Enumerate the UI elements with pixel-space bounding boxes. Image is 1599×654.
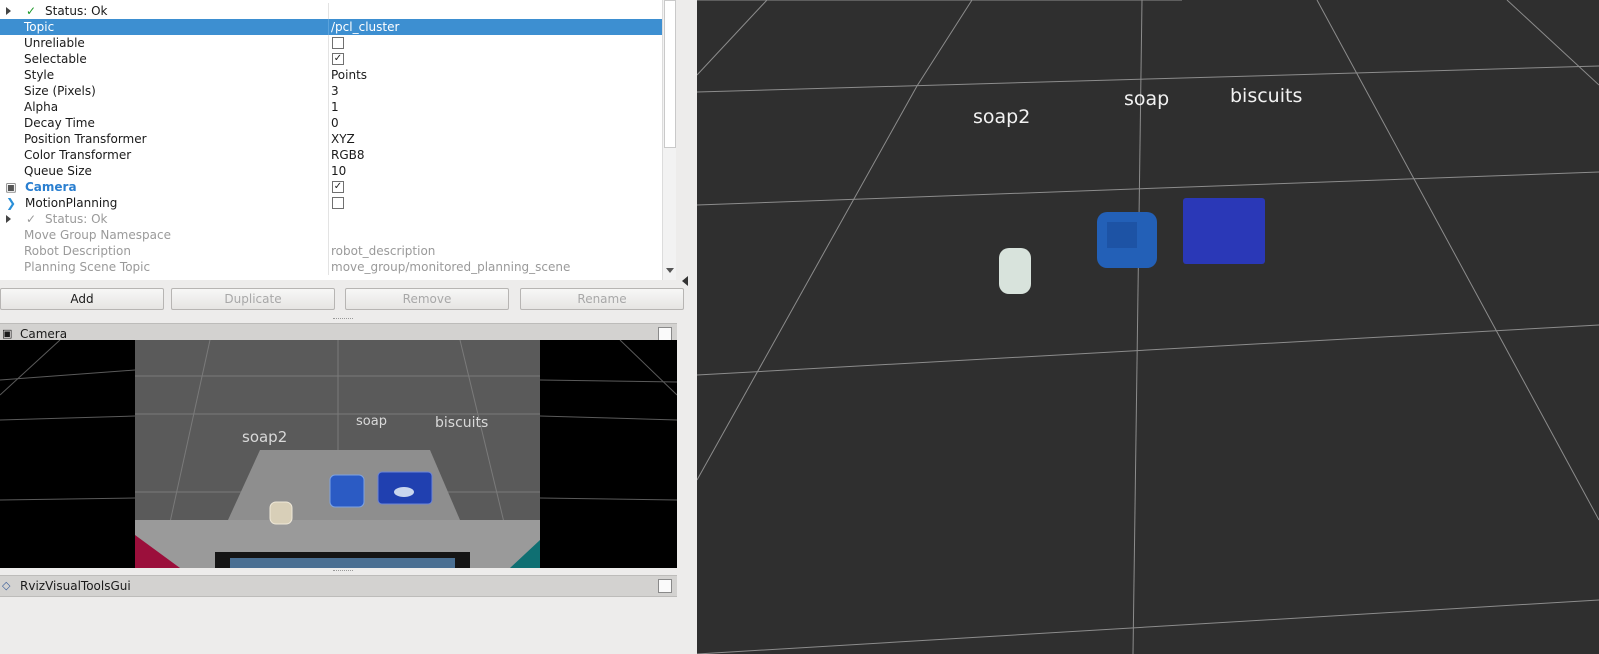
tree-row-status[interactable]: ✓ Status: Ok <box>0 3 662 19</box>
left-dock: ✓ Status: Ok Topic /pcl_cluster Unreliab… <box>0 0 697 654</box>
color-transformer-label: Color Transformer <box>24 148 132 162</box>
motion-planning-checkbox[interactable] <box>332 197 344 209</box>
tree-row-position-transformer[interactable]: Position Transformer XYZ <box>0 131 662 147</box>
style-value[interactable]: Points <box>331 67 367 83</box>
style-label: Style <box>24 68 55 82</box>
rviz-tools-icon: ◇ <box>2 579 11 592</box>
scene-label-biscuits: biscuits <box>1230 85 1303 107</box>
camera-icon: ▣ <box>2 327 13 340</box>
unreliable-label: Unreliable <box>24 36 85 50</box>
planning-scene-topic-value[interactable]: move_group/monitored_planning_scene <box>331 259 570 275</box>
camera-display-label: Camera <box>25 180 77 194</box>
tree-row-size[interactable]: Size (Pixels) 3 <box>0 83 662 99</box>
topic-label: Topic <box>24 20 55 34</box>
decay-label: Decay Time <box>24 116 95 130</box>
camera-image-view[interactable]: soap2 soap biscuits <box>0 340 677 568</box>
remove-button[interactable]: Remove <box>345 288 509 310</box>
size-label: Size (Pixels) <box>24 84 96 98</box>
tree-row-unreliable[interactable]: Unreliable <box>0 35 662 51</box>
tree-row-queue-size[interactable]: Queue Size 10 <box>0 163 662 179</box>
displays-tree: ✓ Status: Ok Topic /pcl_cluster Unreliab… <box>0 0 676 280</box>
camera-checkbox[interactable]: ✓ <box>332 181 344 193</box>
tree-row-motion-status[interactable]: ✓ Status: Ok <box>0 211 662 227</box>
scrollbar-thumb[interactable] <box>664 0 676 148</box>
rviz-tools-panel-header: ◇ RvizVisualToolsGui <box>0 575 677 597</box>
splitter-handle-lower[interactable] <box>333 570 353 573</box>
motion-status-label: Status: Ok <box>45 212 108 226</box>
decay-value[interactable]: 0 <box>331 115 339 131</box>
tree-row-motion-planning[interactable]: ❯ MotionPlanning <box>0 195 662 211</box>
alpha-label: Alpha <box>24 100 59 114</box>
tree-row-camera[interactable]: ▣ Camera ✓ <box>0 179 662 195</box>
unreliable-checkbox[interactable] <box>332 37 344 49</box>
checkmark-icon: ✓ <box>26 4 37 18</box>
expand-arrow-icon[interactable] <box>6 215 11 223</box>
tree-row-alpha[interactable]: Alpha 1 <box>0 99 662 115</box>
camera-label-soap2: soap2 <box>242 428 288 446</box>
float-panel-button[interactable] <box>658 327 672 341</box>
tree-row-color-transformer[interactable]: Color Transformer RGB8 <box>0 147 662 163</box>
motion-planning-icon: ❯ <box>5 196 17 210</box>
duplicate-button[interactable]: Duplicate <box>171 288 335 310</box>
tree-row-topic[interactable]: Topic /pcl_cluster <box>0 19 662 35</box>
status-label: Status: Ok <box>45 4 108 18</box>
3d-viewport[interactable]: soap2 soap biscuits <box>697 0 1599 654</box>
rviz-tools-panel-title: RvizVisualToolsGui <box>20 579 131 593</box>
motion-planning-label: MotionPlanning <box>25 196 118 210</box>
tree-row-decay[interactable]: Decay Time 0 <box>0 115 662 131</box>
tree-row-selectable[interactable]: Selectable ✓ <box>0 51 662 67</box>
queue-size-label: Queue Size <box>24 164 92 178</box>
tree-row-move-group-ns[interactable]: Move Group Namespace <box>0 227 662 243</box>
tree-row-planning-scene-topic[interactable]: Planning Scene Topic move_group/monitore… <box>0 259 662 275</box>
splitter-handle[interactable] <box>333 318 353 321</box>
expand-arrow-icon[interactable] <box>6 7 11 15</box>
camera-icon: ▣ <box>5 180 17 194</box>
size-value[interactable]: 3 <box>331 83 339 99</box>
tree-row-style[interactable]: Style Points <box>0 67 662 83</box>
queue-size-value[interactable]: 10 <box>331 163 346 179</box>
move-group-ns-label: Move Group Namespace <box>24 228 171 242</box>
tree-scrollbar[interactable] <box>662 0 676 280</box>
float-panel-button[interactable] <box>658 579 672 593</box>
camera-label-biscuits: biscuits <box>435 415 489 431</box>
topic-value[interactable]: /pcl_cluster <box>331 19 399 35</box>
selectable-checkbox[interactable]: ✓ <box>332 53 344 65</box>
color-transformer-value[interactable]: RGB8 <box>331 147 365 163</box>
alpha-value[interactable]: 1 <box>331 99 339 115</box>
camera-render <box>0 340 677 568</box>
selectable-label: Selectable <box>24 52 87 66</box>
checkmark-icon: ✓ <box>26 212 37 226</box>
position-transformer-label: Position Transformer <box>24 132 147 146</box>
robot-description-label: Robot Description <box>24 244 131 258</box>
camera-label-soap: soap <box>356 414 387 429</box>
tree-row-robot-description[interactable]: Robot Description robot_description <box>0 243 662 259</box>
robot-description-value[interactable]: robot_description <box>331 243 435 259</box>
add-button[interactable]: Add <box>0 288 164 310</box>
position-transformer-value[interactable]: XYZ <box>331 131 355 147</box>
scene-label-soap2: soap2 <box>973 106 1031 128</box>
rename-button[interactable]: Rename <box>520 288 684 310</box>
collapse-dock-arrow-icon[interactable] <box>682 276 688 286</box>
planning-scene-topic-label: Planning Scene Topic <box>24 260 151 274</box>
scene-label-soap: soap <box>1124 88 1170 110</box>
scroll-down-arrow-icon[interactable] <box>666 268 674 273</box>
